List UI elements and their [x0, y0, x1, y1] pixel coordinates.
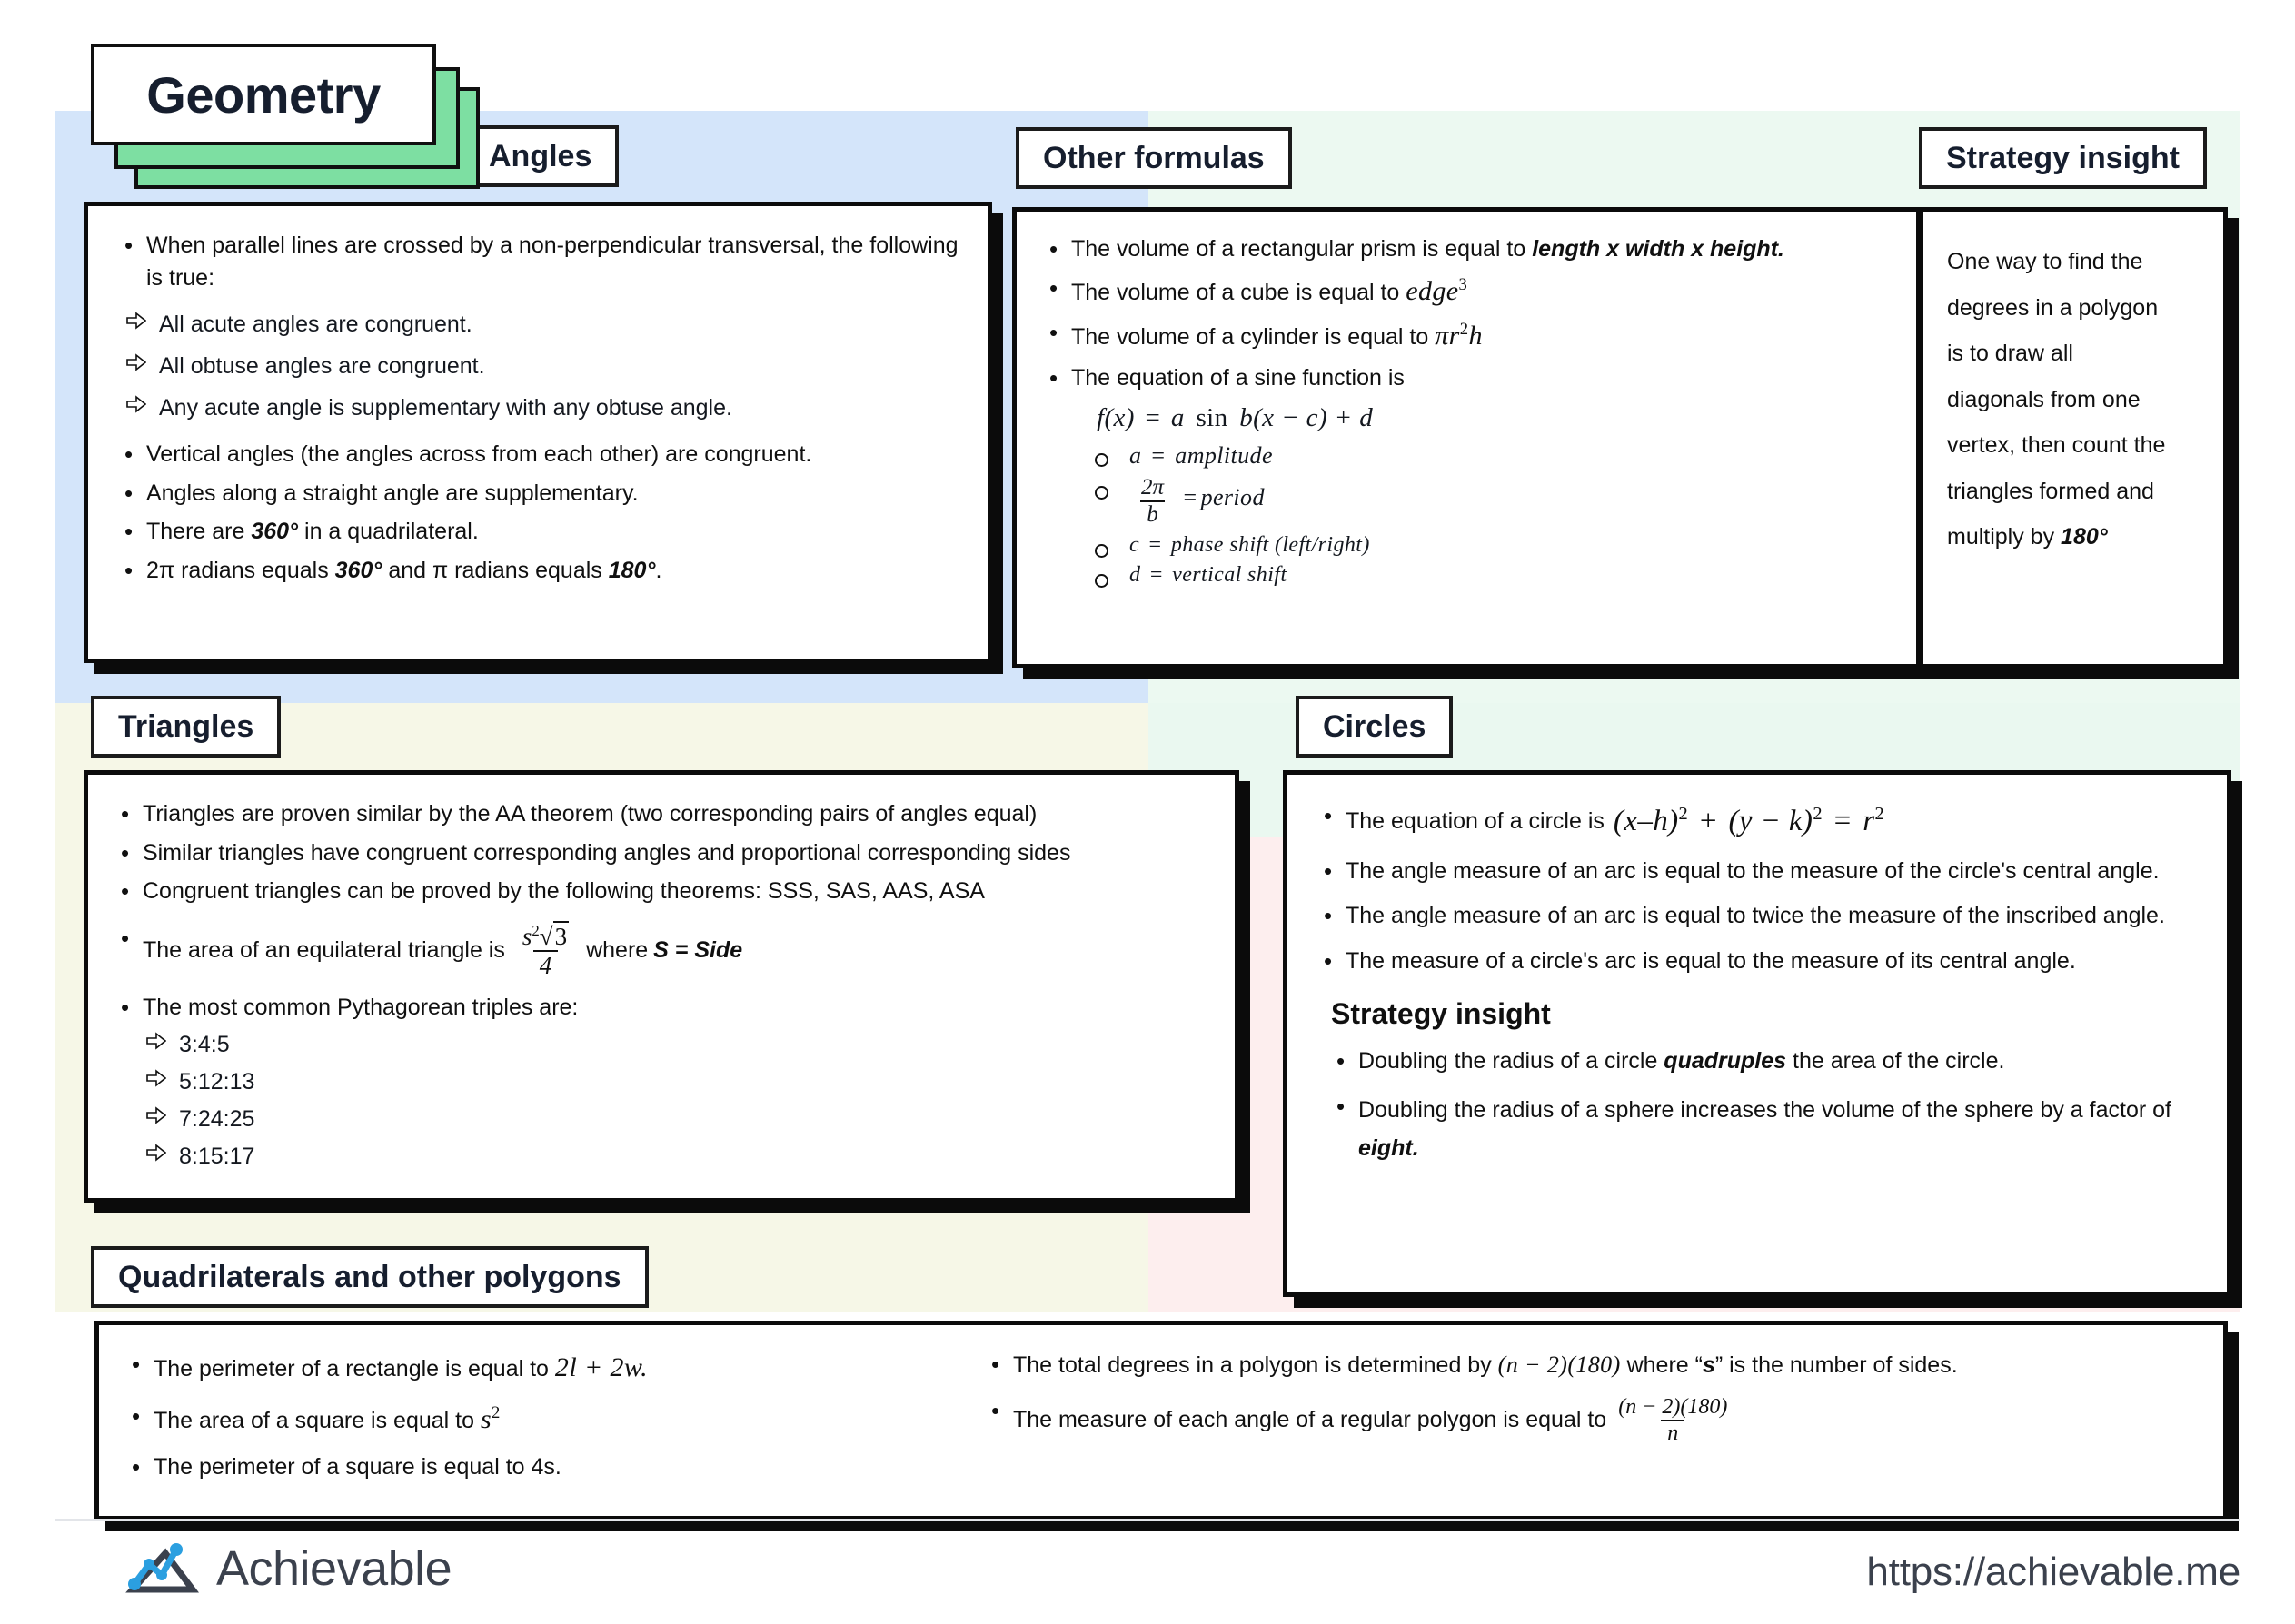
section-tab-quadrilaterals: Quadrilaterals and other polygons [91, 1246, 649, 1308]
section-tab-other-formulas-label: Other formulas [1043, 140, 1265, 175]
list-item: 8:15:17 [146, 1141, 1209, 1173]
list-item: a = amplitude [1088, 442, 1891, 470]
section-tab-triangles-label: Triangles [118, 708, 254, 744]
list-item: The perimeter of a square is equal to 4s… [126, 1451, 944, 1484]
page-title-card: Geometry [91, 44, 480, 189]
list-item: The angle measure of an arc is equal to … [1318, 899, 2201, 933]
title-card-front: Geometry [91, 44, 436, 145]
list-item: The volume of a cylinder is equal to πr2… [1044, 316, 1891, 356]
pythagorean-triples-list: 3:4:5 5:12:13 7:24:25 8:15:17 [146, 1029, 1209, 1173]
arrow-right-icon [146, 1106, 166, 1125]
page-footer: Achievable https://achievable.me [0, 1519, 2295, 1624]
quadrilaterals-left-column: The perimeter of a rectangle is equal to… [126, 1348, 944, 1497]
triangles-list: Triangles are proven similar by the AA t… [115, 797, 1209, 908]
list-item: The total degrees in a polygon is determ… [986, 1348, 2196, 1382]
section-tab-angles: Angles [462, 125, 620, 187]
list-item: The volume of a rectangular prism is equ… [1044, 233, 1891, 266]
list-item: Doubling the radius of a circle quadrupl… [1331, 1045, 2201, 1078]
list-item: 5:12:13 [146, 1066, 1209, 1098]
list-item: Similar triangles have congruent corresp… [115, 837, 1209, 870]
list-item: The equation of a sine function is [1044, 361, 1891, 395]
list-item: Any acute angle is supplementary with an… [126, 392, 960, 424]
angles-fact-list: Vertical angles (the angles across from … [119, 438, 960, 588]
list-item: All obtuse angles are congruent. [126, 351, 960, 382]
list-item: Triangles are proven similar by the AA t… [115, 797, 1209, 831]
formula-cylinder-volume: πr2h [1435, 320, 1483, 352]
formula-square-area: s2 [480, 1402, 501, 1434]
list-item: Doubling the radius of a sphere increase… [1331, 1090, 2201, 1168]
list-item: The perimeter of a rectangle is equal to… [126, 1348, 944, 1388]
section-tab-quadrilaterals-label: Quadrilaterals and other polygons [118, 1259, 621, 1294]
formula-rectangle-perimeter: 2l + 2w. [554, 1352, 648, 1382]
panel-triangles: Triangles are proven similar by the AA t… [84, 770, 1239, 1203]
list-item: The area of an equilateral triangle is s… [115, 920, 1209, 979]
list-item: The area of a square is equal to s2 [126, 1400, 944, 1440]
list-item: c = phase shift (left/right) [1088, 533, 1891, 559]
section-tab-strategy-insight-label: Strategy insight [1946, 140, 2180, 175]
angles-intro-text: When parallel lines are crossed by a non… [146, 233, 959, 291]
section-tab-strategy-insight: Strategy insight [1919, 127, 2207, 189]
list-item: Vertical angles (the angles across from … [119, 438, 960, 471]
circles-strategy-heading: Strategy insight [1331, 997, 1551, 1031]
strategy-insight-text: One way to find the degrees in a polygon… [1947, 249, 2166, 550]
section-tab-angles-label: Angles [489, 138, 592, 173]
list-item: Congruent triangles can be proved by the… [115, 875, 1209, 908]
site-url: https://achievable.me [1866, 1550, 2240, 1594]
list-item: 2π b = period [1088, 475, 1891, 528]
quadrilaterals-right-column: The total degrees in a polygon is determ… [986, 1348, 2196, 1497]
page-title: Geometry [146, 65, 381, 124]
arrow-right-icon [126, 353, 146, 371]
formula-circle-equation: (x–h)2 + (y − k)2 = r2 [1613, 804, 1885, 837]
section-tab-triangles: Triangles [91, 696, 282, 758]
arrow-right-icon [146, 1069, 166, 1088]
formula-sine-function: f(x) = a sin b(x − c) + d [1097, 403, 1374, 433]
brand-logo: Achievable [125, 1540, 452, 1597]
triangles-area-list: The area of an equilateral triangle is s… [115, 920, 1209, 1025]
footer-divider [55, 1519, 2240, 1521]
list-item: The measure of a circle's arc is equal t… [1318, 945, 2201, 978]
panel-other-formulas: The volume of a rectangular prism is equ… [1012, 207, 1921, 668]
cheat-sheet-page: Geometry Angles When parallel lines are … [0, 0, 2295, 1624]
list-item: There are 360° in a quadrilateral. [119, 515, 960, 549]
quadrilaterals-left-list: The perimeter of a rectangle is equal to… [126, 1348, 944, 1484]
list-item: 2π radians equals 360° and π radians equ… [119, 554, 960, 588]
arrow-right-icon [126, 312, 146, 330]
list-item: All acute angles are congruent. [126, 309, 960, 341]
circles-strategy-list: Doubling the radius of a circle quadrupl… [1331, 1045, 2201, 1168]
fraction-period: 2π b [1140, 475, 1165, 528]
fraction-regular-polygon-angle: (n − 2)(180) n [1618, 1394, 1728, 1445]
panel-strategy-insight: One way to find the degrees in a polygon… [1919, 207, 2228, 668]
list-item: d = vertical shift [1088, 563, 1891, 589]
list-item: The equation of a circle is (x–h)2 + (y … [1318, 799, 2201, 843]
arrow-right-icon [146, 1032, 166, 1051]
arrow-right-icon [126, 395, 146, 413]
formula-cube-volume: edge3 [1406, 274, 1468, 306]
brand-name: Achievable [216, 1541, 452, 1596]
fraction-equilateral-area: s2√3 4 [522, 920, 570, 979]
list-item: The most common Pythagorean triples are: [115, 991, 1209, 1025]
achievable-logo-icon [125, 1543, 199, 1593]
panel-quadrilaterals: The perimeter of a rectangle is equal to… [94, 1321, 2228, 1520]
other-formulas-list: The volume of a rectangular prism is equ… [1044, 233, 1891, 394]
list-item: Angles along a straight angle are supple… [119, 477, 960, 510]
angles-sub-list: All acute angles are congruent. All obtu… [126, 309, 960, 424]
list-item: 3:4:5 [146, 1029, 1209, 1061]
list-item: When parallel lines are crossed by a non… [119, 229, 960, 294]
sine-parameters-list: a = amplitude 2π b = period c = phase shi… [1088, 442, 1891, 589]
list-item: The angle measure of an arc is equal to … [1318, 855, 2201, 888]
panel-circles: The equation of a circle is (x–h)2 + (y … [1283, 770, 2231, 1297]
angles-list: When parallel lines are crossed by a non… [119, 229, 960, 294]
section-tab-circles-label: Circles [1323, 708, 1426, 744]
list-item: 7:24:25 [146, 1104, 1209, 1135]
list-item: The measure of each angle of a regular p… [986, 1394, 2196, 1446]
panel-angles: When parallel lines are crossed by a non… [84, 202, 992, 663]
list-item: The volume of a cube is equal to edge3 [1044, 272, 1891, 312]
quadrilaterals-right-list: The total degrees in a polygon is determ… [986, 1348, 2196, 1446]
formula-polygon-degrees: (n − 2)(180) [1497, 1352, 1621, 1378]
arrow-right-icon [146, 1144, 166, 1163]
section-tab-circles: Circles [1296, 696, 1454, 758]
circles-list: The equation of a circle is (x–h)2 + (y … [1318, 799, 2201, 978]
section-tab-other-formulas: Other formulas [1016, 127, 1292, 189]
